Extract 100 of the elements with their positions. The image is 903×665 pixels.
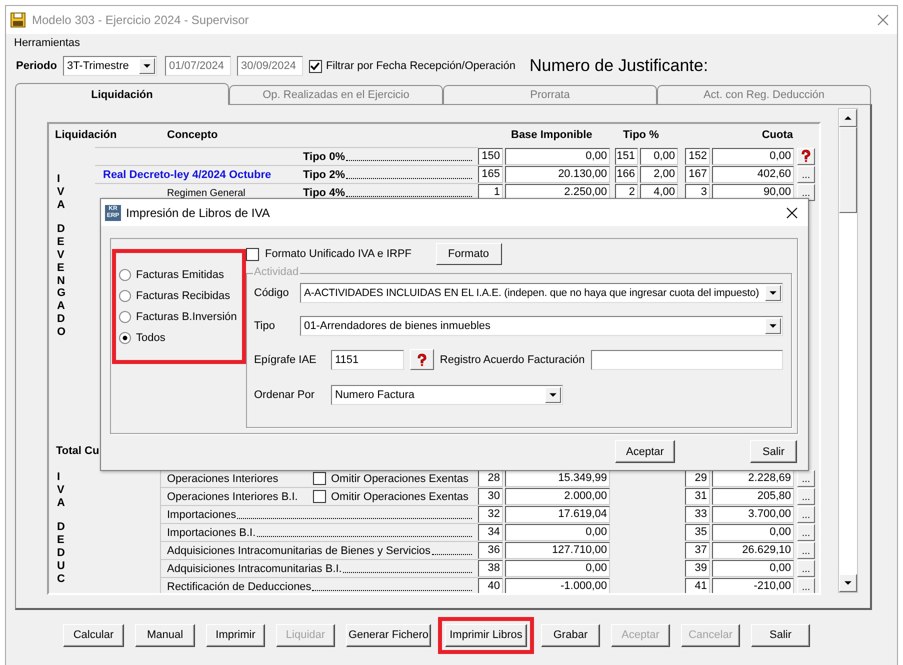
- format-button[interactable]: Formato: [436, 243, 502, 265]
- scrollbar[interactable]: [838, 108, 858, 593]
- amount-field[interactable]: 2.000,00: [505, 488, 610, 504]
- radio-label: Todos: [136, 332, 166, 344]
- concept-label: Tipo 4%: [303, 186, 345, 198]
- action-button[interactable]: Calcular: [63, 624, 124, 646]
- radio-button[interactable]: [119, 311, 131, 323]
- justificante-label: Numero de Justificante:: [529, 56, 708, 76]
- field-label: Registro Acuerdo Facturación: [440, 354, 585, 366]
- amount-field[interactable]: 0,00: [505, 524, 610, 540]
- more-button[interactable]: ...: [797, 166, 815, 182]
- group-title: Real Decreto-ley 4/2024 Octubre: [103, 168, 272, 180]
- amount-field[interactable]: 20.130,00: [505, 166, 610, 182]
- periodo-select[interactable]: 3T-Trimestre: [62, 56, 157, 76]
- epigrafe-field[interactable]: 1151: [331, 350, 404, 370]
- dialog-title: Impresión de Libros de IVA: [126, 206, 271, 220]
- concept-label: Operaciones Interiores: [167, 472, 280, 484]
- more-button[interactable]: ...: [797, 524, 815, 540]
- amount-field[interactable]: -1.000,00: [505, 578, 610, 593]
- date-field[interactable]: 01/07/2024: [164, 56, 231, 76]
- action-button[interactable]: Generar Fichero: [346, 624, 431, 646]
- scroll-down-icon[interactable]: [839, 574, 857, 592]
- option-label: Omitir Operaciones Exentas: [331, 472, 469, 484]
- amount-field[interactable]: 0,00: [505, 148, 610, 164]
- format-checkbox[interactable]: [246, 248, 259, 260]
- radio-label: Facturas Recibidas: [136, 290, 230, 302]
- more-button[interactable]: ...: [797, 506, 815, 522]
- option-checkbox[interactable]: [313, 472, 326, 485]
- more-button[interactable]: ...: [797, 488, 815, 504]
- more-button[interactable]: ...: [797, 542, 815, 558]
- column-header: Liquidación: [55, 129, 118, 141]
- scroll-thumb[interactable]: [839, 127, 857, 213]
- more-button[interactable]: ...: [797, 560, 815, 576]
- tab[interactable]: Op. Realizadas en el Ejercicio: [229, 85, 443, 104]
- radio-label: Facturas Emitidas: [136, 269, 224, 281]
- tipo-select[interactable]: 01-Arrendadores de bienes inmuebles: [300, 316, 783, 336]
- concept-label: Tipo 2%: [303, 168, 345, 180]
- box-number: 38: [478, 560, 503, 576]
- amount-field[interactable]: 0,00: [505, 560, 610, 576]
- amount-field[interactable]: 0,00: [712, 524, 794, 540]
- box-number: 34: [478, 524, 503, 540]
- box-number: 40: [478, 578, 503, 593]
- radio-button[interactable]: [119, 290, 131, 302]
- action-button[interactable]: Manual: [135, 624, 195, 646]
- option-checkbox[interactable]: [313, 490, 326, 503]
- amount-field[interactable]: 0,00: [712, 148, 794, 164]
- box-number: 165: [478, 166, 503, 182]
- amount-field[interactable]: 205,80: [712, 488, 794, 504]
- box-number: 30: [478, 488, 503, 504]
- help-button[interactable]: [797, 148, 815, 164]
- radio-button[interactable]: [119, 269, 131, 281]
- vertical-label: DEDUC: [57, 521, 66, 586]
- concept-label: Tipo 0%: [303, 150, 345, 162]
- ordenar-select[interactable]: Numero Factura: [331, 385, 563, 405]
- action-button[interactable]: Imprimir Libros: [445, 624, 527, 646]
- amount-field[interactable]: 17.619,04: [505, 506, 610, 522]
- amount-field[interactable]: -210,00: [712, 578, 794, 593]
- amount-field[interactable]: 0,00: [712, 560, 794, 576]
- periodo-label: Periodo: [16, 60, 57, 72]
- box-number: 167: [685, 166, 710, 182]
- help-icon: [799, 149, 813, 163]
- amount-field[interactable]: 127.710,00: [505, 542, 610, 558]
- action-button[interactable]: Salir: [751, 624, 810, 646]
- help-icon: [414, 352, 429, 366]
- action-button[interactable]: Grabar: [541, 624, 600, 646]
- filter-label: Filtrar por Fecha Recepción/Operación: [326, 60, 516, 72]
- box-number: 32: [478, 506, 503, 522]
- tab[interactable]: Act. con Reg. Deducción: [657, 85, 871, 104]
- concept-label: Adquisiciones Intracomunitarias B.I.: [167, 562, 342, 574]
- tab[interactable]: Liquidación: [15, 83, 229, 105]
- more-button[interactable]: ...: [797, 184, 815, 200]
- date-field[interactable]: 30/09/2024: [236, 56, 303, 76]
- filter-checkbox[interactable]: [308, 60, 322, 72]
- rate-field[interactable]: 0,00: [640, 148, 678, 164]
- amount-field[interactable]: 3.700,00: [712, 506, 794, 522]
- more-button[interactable]: ...: [797, 470, 815, 486]
- more-button[interactable]: ...: [797, 578, 815, 593]
- action-button[interactable]: Imprimir: [206, 624, 265, 646]
- dialog-button[interactable]: Salir: [750, 440, 797, 463]
- menu-item[interactable]: Herramientas: [14, 37, 80, 49]
- column-header: Base Imponible: [511, 129, 594, 141]
- amount-field[interactable]: 402,60: [712, 166, 794, 182]
- scroll-up-icon[interactable]: [839, 109, 857, 127]
- registro-field[interactable]: [590, 350, 783, 370]
- radio-button[interactable]: [119, 332, 131, 344]
- amount-field[interactable]: 26.629,10: [712, 542, 794, 558]
- field-label: Ordenar Por: [254, 389, 316, 401]
- box-number: 152: [685, 148, 710, 164]
- codigo-select[interactable]: A-ACTIVIDADES INCLUIDAS EN EL I.A.E. (indepen. que no haya que ingresar cuota del impuesto): [300, 283, 783, 303]
- box-number: 151: [615, 148, 638, 164]
- box-number: 36: [478, 542, 503, 558]
- box-number: 31: [685, 488, 710, 504]
- vertical-label: IVA: [57, 471, 66, 510]
- help-button[interactable]: [410, 349, 434, 370]
- close-icon[interactable]: [786, 206, 798, 218]
- tab[interactable]: Prorrata: [443, 85, 657, 104]
- rate-field[interactable]: 2,00: [640, 166, 678, 182]
- field-label: Tipo: [254, 320, 276, 332]
- dialog-button[interactable]: Aceptar: [615, 440, 675, 463]
- box-number: 33: [685, 506, 710, 522]
